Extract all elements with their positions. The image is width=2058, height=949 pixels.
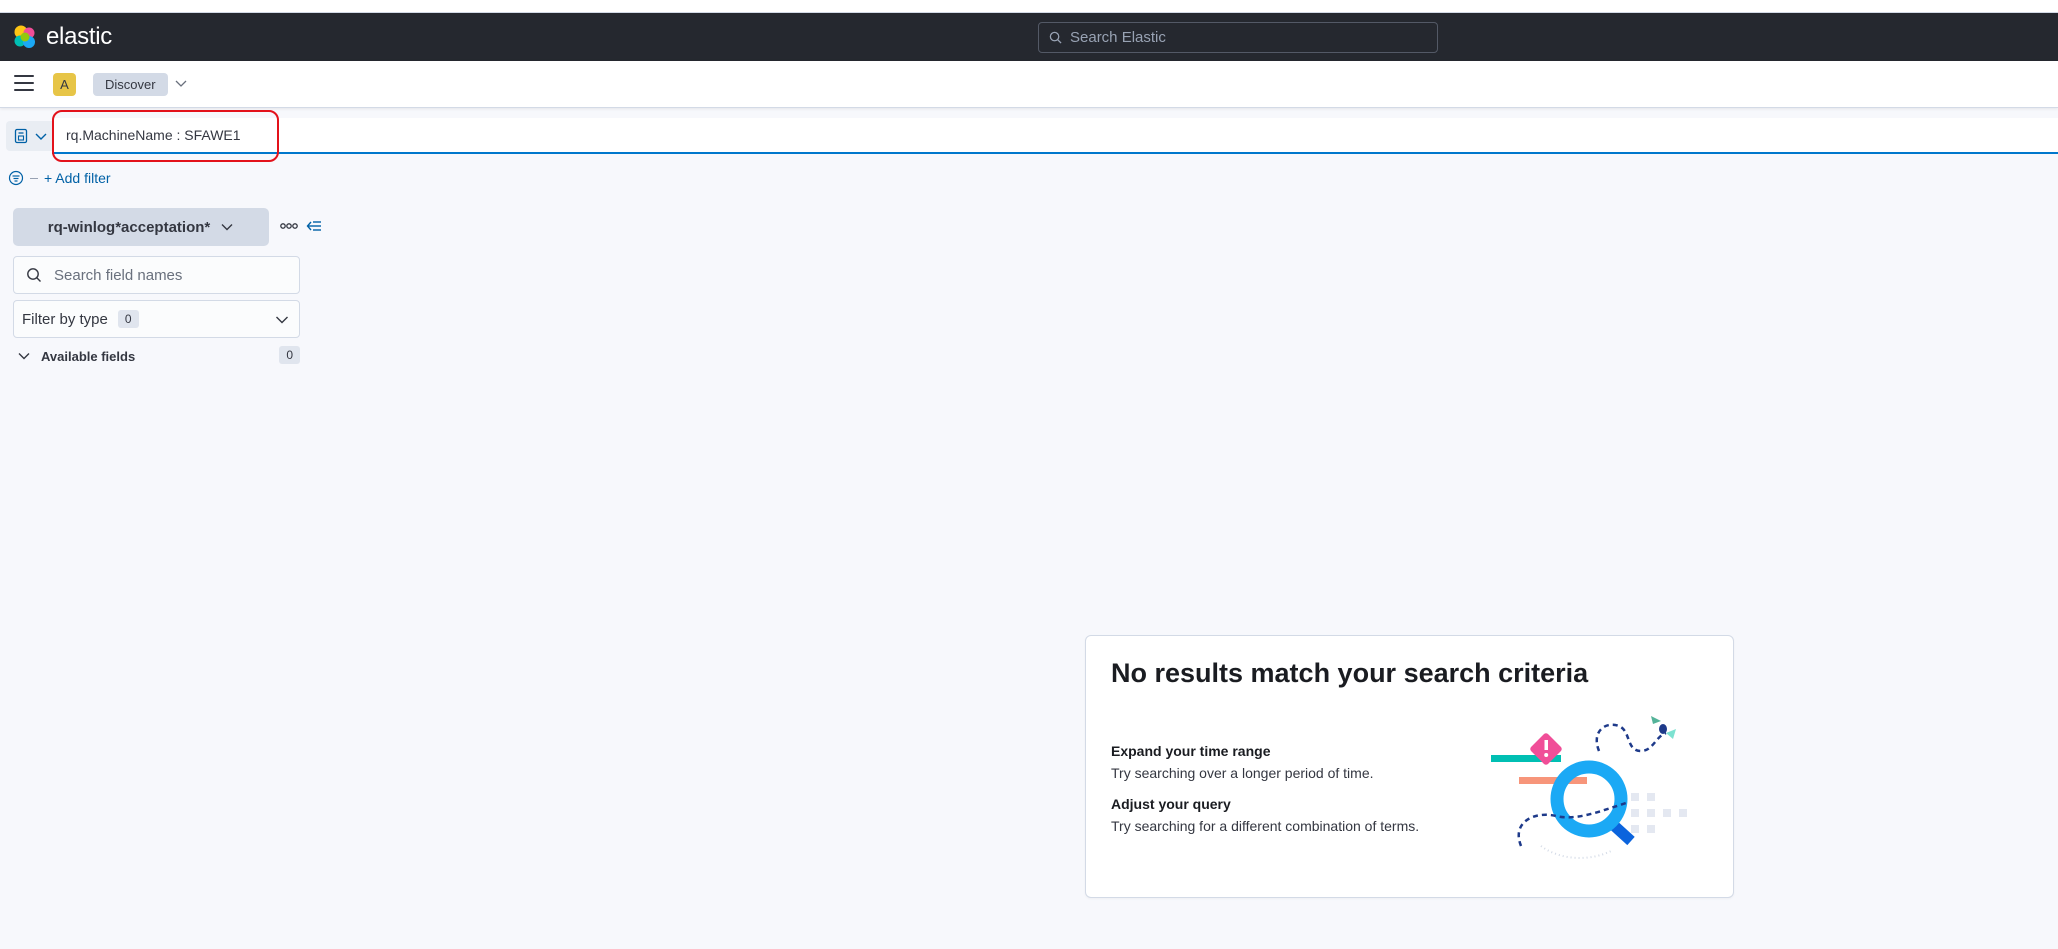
menu-icon[interactable] xyxy=(14,75,34,93)
elastic-logo-icon xyxy=(12,24,38,50)
available-fields-toggle[interactable]: Available fields 0 xyxy=(13,346,300,366)
no-results-panel: No results match your search criteria Ex… xyxy=(1085,635,1734,898)
available-fields-label: Available fields xyxy=(41,348,136,364)
query-highlight-annotation xyxy=(52,110,279,162)
elastic-logo[interactable]: elastic xyxy=(12,23,112,51)
no-results-illustration xyxy=(1491,716,1687,859)
space-avatar[interactable]: A xyxy=(53,73,76,96)
global-header: elastic Search Elastic xyxy=(0,13,2058,61)
filter-by-type-label: Filter by type xyxy=(22,310,108,328)
global-search-placeholder: Search Elastic xyxy=(1070,29,1166,46)
filter-by-type-button[interactable]: Filter by type 0 xyxy=(13,300,300,338)
browser-strip xyxy=(0,0,2058,13)
field-search-placeholder: Search field names xyxy=(54,266,183,284)
available-fields-count: 0 xyxy=(279,346,300,364)
tip-query-text: Try searching for a different combinatio… xyxy=(1111,818,1420,834)
breadcrumb-discover[interactable]: Discover xyxy=(93,73,168,96)
chevron-down-icon xyxy=(35,133,47,140)
tip-time-range-title: Expand your time range xyxy=(1111,743,1271,759)
index-pattern-selector[interactable]: rq-winlog*acceptation* xyxy=(13,208,269,246)
brand-text: elastic xyxy=(46,23,112,50)
global-search-input[interactable]: Search Elastic xyxy=(1038,22,1438,53)
breadcrumb-bar: A Discover xyxy=(0,61,2058,108)
query-bar: rq.MachineName : SFAWE1 xyxy=(0,117,2058,155)
filter-divider xyxy=(30,177,38,179)
index-pattern-label: rq-winlog*acceptation* xyxy=(47,218,211,236)
tip-query-title: Adjust your query xyxy=(1111,796,1231,812)
chevron-down-icon xyxy=(276,316,288,324)
filter-icon[interactable] xyxy=(8,170,24,186)
filter-row: + Add filter xyxy=(8,168,111,188)
search-icon xyxy=(1049,31,1062,44)
collapse-icon[interactable] xyxy=(306,218,322,234)
no-results-title: No results match your search criteria xyxy=(1111,658,1589,688)
chevron-down-icon xyxy=(221,224,233,231)
search-icon xyxy=(27,268,41,282)
query-input[interactable]: rq.MachineName : SFAWE1 xyxy=(52,118,2058,154)
saved-query-icon xyxy=(14,128,28,144)
tip-time-range-text: Try searching over a longer period of ti… xyxy=(1111,765,1374,781)
filter-by-type-count: 0 xyxy=(117,310,139,328)
field-search-input[interactable]: Search field names xyxy=(13,256,300,294)
saved-query-button[interactable] xyxy=(6,121,52,151)
chevron-down-icon[interactable] xyxy=(174,77,188,91)
more-icon[interactable] xyxy=(280,222,298,230)
chevron-down-icon xyxy=(18,353,30,360)
add-filter-button[interactable]: + Add filter xyxy=(44,170,111,186)
